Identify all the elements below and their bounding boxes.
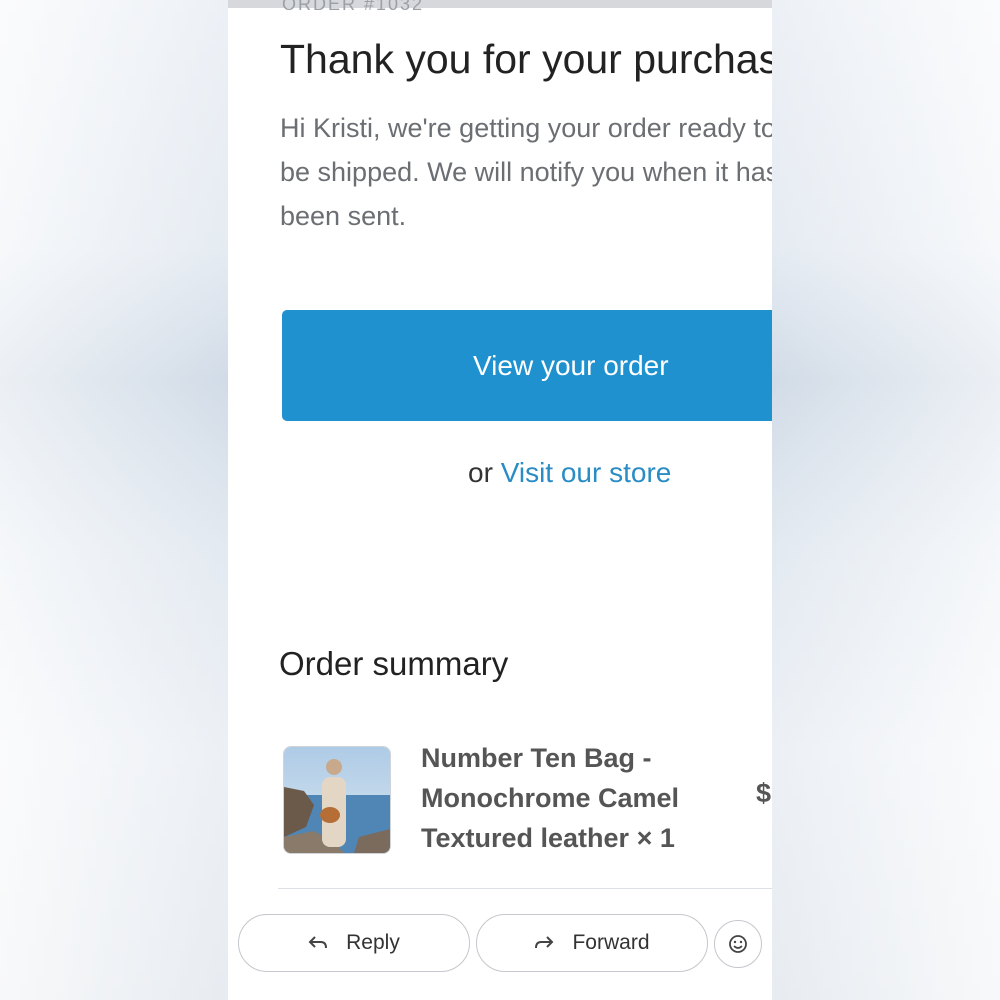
or-text: or bbox=[468, 457, 493, 488]
divider bbox=[278, 888, 772, 889]
background-right bbox=[772, 0, 1000, 1000]
order-number-heading: ORDER #1032 bbox=[282, 0, 425, 14]
view-order-button[interactable]: View your order bbox=[282, 310, 772, 421]
smiley-icon bbox=[728, 934, 748, 954]
reply-button[interactable]: Reply bbox=[238, 914, 470, 972]
body-line: be shipped. We will notify you when it h… bbox=[280, 157, 772, 187]
email-view: ORDER #1032 Thank you for your purchase!… bbox=[228, 0, 772, 1000]
email-body: Hi Kristi, we're getting your order read… bbox=[280, 106, 772, 238]
visit-store-link[interactable]: Visit our store bbox=[501, 457, 672, 488]
forward-button[interactable]: Forward bbox=[476, 914, 708, 972]
item-name: Number Ten Bag - Monochrome Camel Textur… bbox=[421, 738, 679, 858]
item-name-line: Number Ten Bag - bbox=[421, 743, 652, 773]
email-title: Thank you for your purchase! bbox=[280, 36, 772, 82]
forward-label: Forward bbox=[572, 931, 650, 954]
item-name-line: Textured leather × 1 bbox=[421, 823, 675, 853]
body-line: Hi Kristi, we're getting your order read… bbox=[280, 113, 772, 143]
order-summary-title: Order summary bbox=[279, 645, 509, 682]
reply-label: Reply bbox=[346, 931, 400, 954]
item-price: $ bbox=[756, 778, 772, 808]
background-left bbox=[0, 0, 228, 1000]
product-image[interactable] bbox=[283, 746, 391, 854]
reply-icon bbox=[308, 935, 328, 951]
store-line: or Visit our store bbox=[468, 457, 671, 489]
emoji-reaction-button[interactable] bbox=[714, 920, 762, 968]
item-name-line: Monochrome Camel bbox=[421, 783, 680, 813]
forward-icon bbox=[534, 935, 554, 951]
body-line: been sent. bbox=[280, 201, 407, 231]
